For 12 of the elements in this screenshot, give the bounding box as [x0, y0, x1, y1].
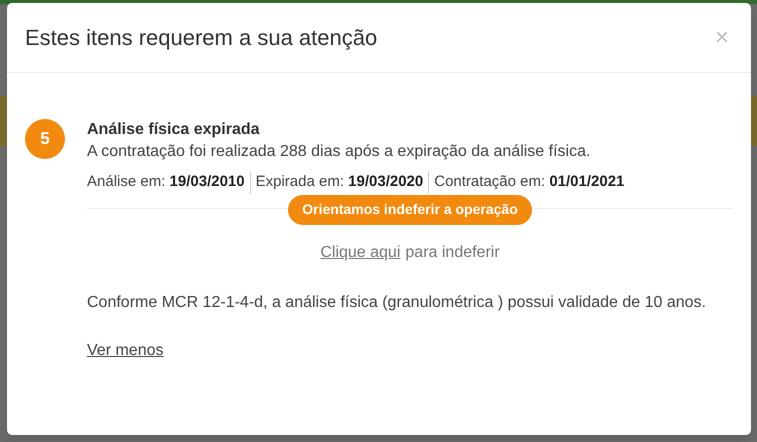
modal-title: Estes itens requerem a sua atenção [25, 24, 378, 52]
date-fact: Contratação em: 01/01/2021 [428, 171, 624, 194]
alert-description: A contratação foi realizada 288 dias após a expiração da análise física. [87, 142, 592, 162]
show-less-link[interactable]: Ver menos [87, 338, 164, 362]
reject-link[interactable]: Clique aqui [320, 240, 400, 264]
date-fact: Expirada em: 19/03/2020 [250, 171, 424, 194]
date-fact: Análise em: 19/03/2010 [87, 172, 245, 192]
reject-hint: para indeferir [405, 242, 500, 262]
recommendation-badge: Orientamos indeferir a operação [288, 194, 532, 224]
regulation-note: Conforme MCR 12-1-4-d, a análise física (granulométrica ) possui validade de 10 anos. [87, 292, 707, 312]
alert-title: Análise física expirada [87, 120, 261, 140]
number-badge: 5 [25, 119, 65, 159]
